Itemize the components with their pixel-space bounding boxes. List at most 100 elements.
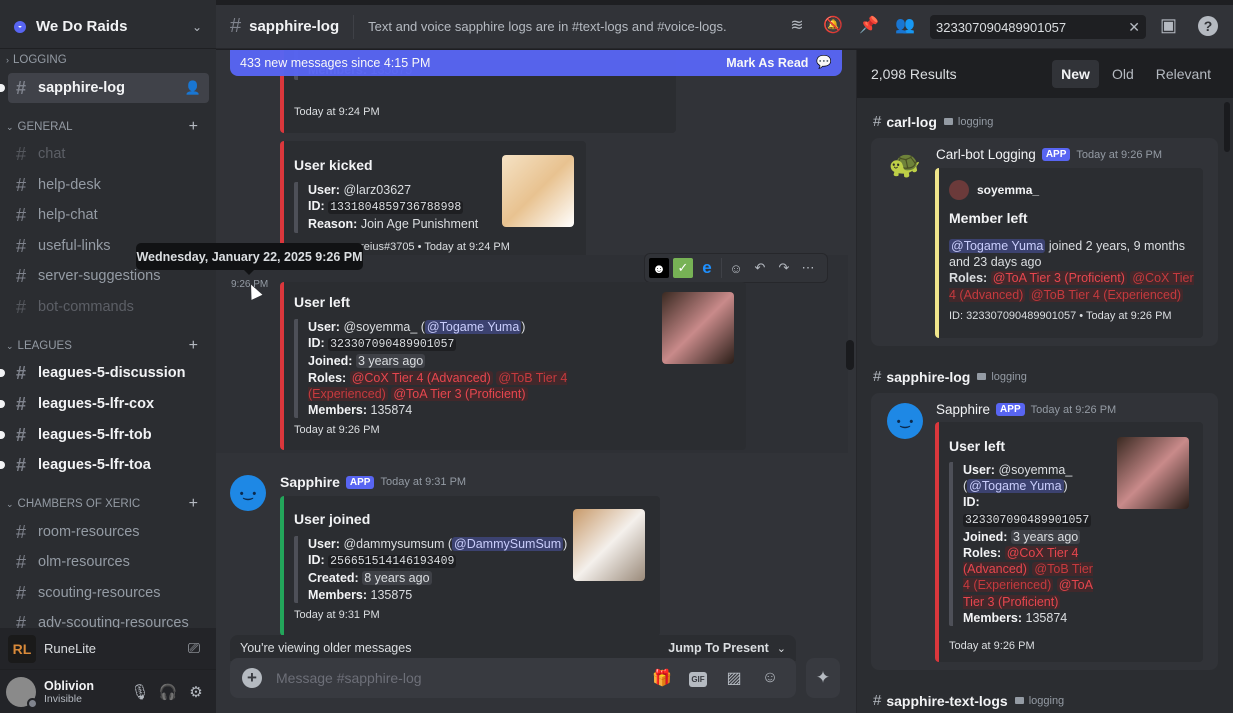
share-screen-icon[interactable]: ⎚ xyxy=(180,640,208,657)
reaction-emoji-icon[interactable]: ☻ xyxy=(649,258,669,278)
sidebar-item-leagues-5-lfr-cox[interactable]: # leagues-5-lfr-cox xyxy=(0,389,209,419)
sort-old-tab[interactable]: Old xyxy=(1103,60,1143,88)
user-thumbnail[interactable] xyxy=(1117,437,1189,509)
user-thumbnail[interactable] xyxy=(573,509,645,581)
locked-hash-icon: # xyxy=(16,143,27,164)
user-mention[interactable]: @Togame Yuma xyxy=(967,479,1064,494)
category-logging[interactable]: › LOGGING xyxy=(6,54,206,66)
upload-plus-icon[interactable]: + xyxy=(242,668,262,688)
embed-member-left: soyemma_ Member left @Togame Yuma joined… xyxy=(935,168,1203,338)
turtle-avatar[interactable]: 🐢 xyxy=(887,146,923,182)
locked-hash-icon: # xyxy=(16,265,27,286)
locked-hash-icon: # xyxy=(16,393,27,414)
pin-icon[interactable]: 📌 xyxy=(858,15,880,37)
headphones-icon[interactable]: 🎧 xyxy=(154,683,182,701)
sapphire-avatar[interactable]: •‿• xyxy=(887,403,923,439)
user-thumbnail[interactable] xyxy=(662,292,734,364)
search-result[interactable]: 🐢 Carl-bot Logging APP Today at 9:26 PM … xyxy=(871,138,1218,346)
paren: ) xyxy=(521,320,526,334)
microphone-icon[interactable]: 🎙 xyxy=(126,683,154,701)
category-general[interactable]: ⌄ GENERAL + xyxy=(6,118,206,136)
jump-to-present-button[interactable]: Jump To Present xyxy=(668,641,768,655)
result-channel-header[interactable]: # sapphire-log logging xyxy=(873,368,1027,385)
chevron-down-icon: ⌄ xyxy=(776,642,786,655)
inbox-icon[interactable]: ▣ xyxy=(1160,15,1177,36)
add-reaction-icon[interactable]: ☺ xyxy=(726,258,746,278)
sidebar-item-chat[interactable]: # chat xyxy=(8,139,209,169)
search-result[interactable]: •‿• Sapphire APP Today at 9:26 PM User l… xyxy=(871,393,1218,670)
new-messages-bar[interactable]: 433 new messages since 4:15 PM Mark As R… xyxy=(230,50,842,76)
user-thumbnail[interactable] xyxy=(502,155,574,227)
results-header: 2,098 Results New Old Relevant xyxy=(857,50,1233,98)
ie-emoji-icon[interactable]: e xyxy=(697,258,717,278)
check-mark-emoji-icon[interactable]: ✓ xyxy=(673,258,693,278)
message-time[interactable]: Today at 9:31 PM xyxy=(380,476,466,488)
field-label: User: xyxy=(308,320,340,334)
add-member-icon[interactable]: 👤 xyxy=(185,80,201,96)
members-count: 135874 xyxy=(370,403,413,418)
emoji-icon[interactable]: ☺ xyxy=(756,669,784,687)
sort-new-tab[interactable]: New xyxy=(1052,60,1099,88)
user-mention[interactable]: @Togame Yuma xyxy=(424,320,522,334)
message-input[interactable] xyxy=(276,670,640,686)
notifications-muted-icon[interactable]: 🔕 xyxy=(822,15,844,37)
sidebar-item-olm-resources[interactable]: # olm-resources xyxy=(8,547,209,577)
unread-indicator xyxy=(0,400,5,408)
sidebar-item-room-resources[interactable]: # room-resources xyxy=(8,517,209,547)
mark-as-read-button[interactable]: Mark As Read xyxy=(726,56,808,70)
help-icon[interactable]: ? xyxy=(1198,16,1218,36)
result-channel-header[interactable]: # carl-log logging xyxy=(873,113,993,130)
gif-icon[interactable]: GIF xyxy=(684,669,712,687)
sidebar-item-leagues-5-lfr-tob[interactable]: # leagues-5-lfr-tob xyxy=(0,420,209,450)
embed-title: User kicked xyxy=(294,157,373,173)
clear-search-icon[interactable]: ✕ xyxy=(1128,19,1140,36)
sidebar-item-help-chat[interactable]: # help-chat xyxy=(8,200,209,230)
result-category: logging xyxy=(991,370,1027,383)
sort-relevant-tab[interactable]: Relevant xyxy=(1147,60,1220,88)
sidebar-item-bot-commands[interactable]: # bot-commands xyxy=(8,292,209,322)
result-channel-name: carl-log xyxy=(886,113,937,130)
sidebar-item-leagues-5-discussion[interactable]: # leagues-5-discussion xyxy=(0,358,209,388)
hash-icon: # xyxy=(16,235,27,256)
create-channel-icon[interactable]: + xyxy=(189,495,198,513)
server-header[interactable]: ◒ We Do Raids ⌄ xyxy=(0,5,216,49)
message-actions: ☻ ✓ e ☺ ↶ ↷ ⋯ xyxy=(644,253,828,283)
more-icon[interactable]: ⋯ xyxy=(798,258,818,278)
category-leagues[interactable]: ⌄ LEAGUES + xyxy=(6,337,206,355)
search-input[interactable] xyxy=(936,19,1129,35)
create-channel-icon[interactable]: + xyxy=(189,118,198,136)
forward-icon[interactable]: ↷ xyxy=(774,258,794,278)
user-mention[interactable]: @DammySumSum xyxy=(452,537,564,551)
sidebar-item-leagues-5-lfr-toa[interactable]: # leagues-5-lfr-toa xyxy=(0,450,209,480)
avatar[interactable] xyxy=(6,676,38,709)
sidebar-item-adv-scouting-resources[interactable]: # adv-scouting-resources xyxy=(8,608,209,629)
app-launcher-icon[interactable]: ✦ xyxy=(806,658,840,698)
create-channel-icon[interactable]: + xyxy=(189,337,198,355)
results-scrollbar[interactable] xyxy=(1224,102,1230,152)
sidebar-item-sapphire-log[interactable]: # sapphire-log 👤 xyxy=(0,73,209,103)
category-chambers-of-xeric[interactable]: ⌄ CHAMBERS OF XERIC + xyxy=(6,495,206,513)
message-author[interactable]: Sapphire xyxy=(936,402,990,417)
message-author[interactable]: Carl-bot Logging xyxy=(936,147,1036,162)
role-mention[interactable]: @ToB Tier 4 (Experienced) xyxy=(1028,287,1184,302)
field-label: ID: xyxy=(308,199,325,214)
field-label: ID: xyxy=(308,336,325,351)
sidebar-item-help-desk[interactable]: # help-desk xyxy=(8,170,209,200)
result-channel-header[interactable]: # sapphire-text-logs logging xyxy=(873,692,1064,709)
sticker-icon[interactable]: ▨ xyxy=(720,668,748,688)
user-mention[interactable]: @Togame Yuma xyxy=(949,239,1046,253)
reply-icon[interactable]: ↶ xyxy=(750,258,770,278)
chat-scrollbar[interactable] xyxy=(846,340,854,370)
sidebar-item-scouting-resources[interactable]: # scouting-resources xyxy=(8,578,209,608)
role-mention[interactable]: @ToA Tier 3 (Proficient) xyxy=(391,386,528,401)
channel-topic[interactable]: Text and voice sapphire logs are in #tex… xyxy=(368,19,726,34)
embed-footer: Today at 9:31 PM xyxy=(294,609,380,621)
message-author[interactable]: Sapphire xyxy=(280,474,340,490)
member-list-icon[interactable]: 👥 xyxy=(894,15,916,37)
role-mention[interactable]: @ToA Tier 3 (Proficient) xyxy=(990,271,1127,286)
threads-icon[interactable]: ≋ xyxy=(786,15,808,37)
sapphire-avatar[interactable]: •‿• xyxy=(230,475,266,511)
gear-icon[interactable]: ⚙ xyxy=(182,683,210,701)
gift-icon[interactable]: 🎁 xyxy=(648,668,676,688)
role-mention[interactable]: @CoX Tier 4 (Advanced) xyxy=(349,370,493,385)
